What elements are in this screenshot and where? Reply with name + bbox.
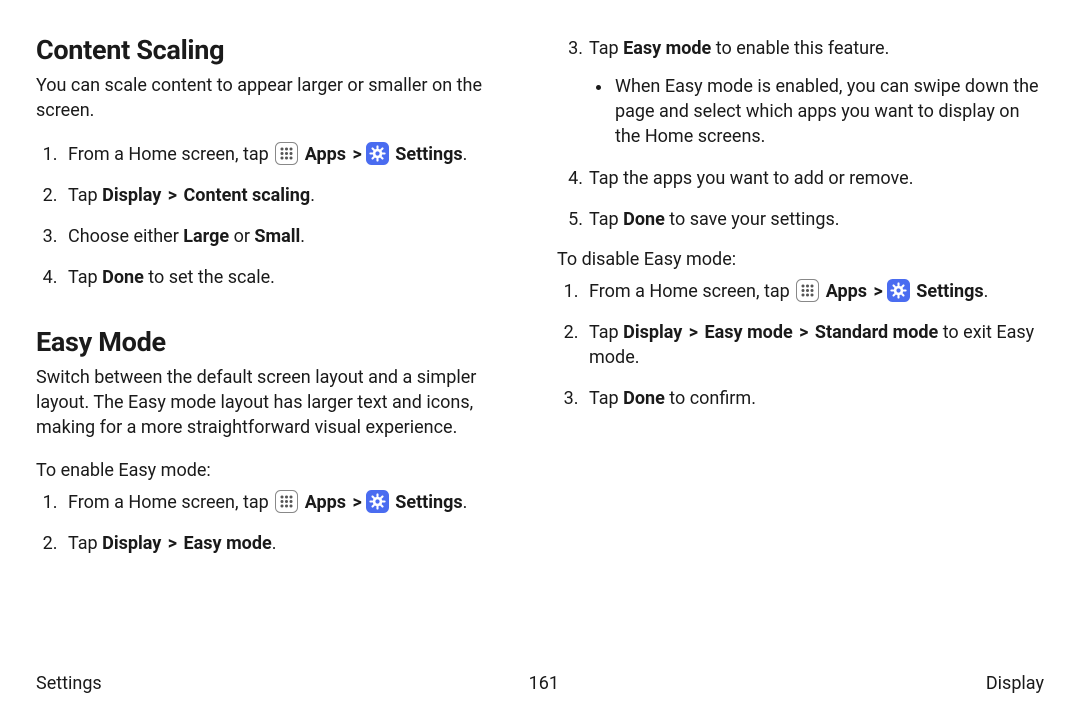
period: . bbox=[984, 281, 989, 302]
heading-content-scaling: Content Scaling bbox=[36, 34, 523, 66]
content-scaling-steps: From a Home screen, tap Apps > Settings.… bbox=[36, 142, 523, 291]
enable-easy-mode-steps: From a Home screen, tap Apps > Settings.… bbox=[36, 490, 523, 556]
step-text: Tap bbox=[68, 185, 102, 206]
step-text: to save your settings. bbox=[665, 209, 840, 230]
list-item: Tap Display > Easy mode. bbox=[62, 531, 523, 556]
step-text: to enable this feature. bbox=[711, 38, 889, 59]
large-label: Large bbox=[183, 226, 229, 247]
period: . bbox=[272, 533, 277, 554]
done-label: Done bbox=[623, 209, 665, 230]
chevron-icon: > bbox=[874, 279, 883, 304]
footer-page-number: 161 bbox=[529, 673, 559, 694]
sub-bullets: When Easy mode is enabled, you can swipe… bbox=[589, 75, 1044, 149]
right-column: Tap Easy mode to enable this feature. Wh… bbox=[557, 34, 1044, 572]
disable-easy-mode-label: To disable Easy mode: bbox=[557, 248, 1044, 273]
display-label: Display bbox=[623, 322, 682, 343]
left-column: Content Scaling You can scale content to… bbox=[36, 34, 523, 572]
page-footer: Settings 161 Display bbox=[36, 673, 1044, 694]
bullet-text: When Easy mode is enabled, you can swipe… bbox=[615, 76, 1039, 147]
disable-easy-mode-steps: From a Home screen, tap Apps > Settings.… bbox=[557, 279, 1044, 412]
list-item: Tap Done to confirm. bbox=[583, 386, 1044, 411]
or-text: or bbox=[229, 226, 254, 247]
list-item: Tap Display > Content scaling. bbox=[62, 183, 523, 208]
easy-mode-label: Easy mode bbox=[705, 322, 793, 343]
apps-icon bbox=[275, 490, 298, 513]
step-text: Tap bbox=[68, 267, 102, 288]
settings-label: Settings bbox=[395, 492, 462, 513]
standard-mode-label: Standard mode bbox=[815, 322, 938, 343]
list-item: From a Home screen, tap Apps > Settings. bbox=[583, 279, 1044, 304]
step-text: to confirm. bbox=[665, 388, 756, 409]
apps-label: Apps bbox=[305, 492, 346, 513]
chevron-icon: > bbox=[353, 142, 362, 167]
step-text: From a Home screen, tap bbox=[589, 281, 794, 302]
chevron-icon: > bbox=[799, 320, 808, 345]
step-text: Tap bbox=[68, 533, 102, 554]
small-label: Small bbox=[254, 226, 300, 247]
chevron-icon: > bbox=[168, 531, 177, 556]
step-text: Tap bbox=[589, 388, 623, 409]
period: . bbox=[463, 492, 468, 513]
step-text: From a Home screen, tap bbox=[68, 144, 273, 165]
easy-mode-label: Easy mode bbox=[184, 533, 272, 554]
enable-easy-mode-steps-continued: Tap Easy mode to enable this feature. Wh… bbox=[557, 36, 1044, 150]
easy-mode-label: Easy mode bbox=[623, 38, 711, 59]
step-text: Choose either bbox=[68, 226, 183, 247]
apps-label: Apps bbox=[305, 144, 346, 165]
enable-easy-mode-steps-continued-4: Tap the apps you want to add or remove. … bbox=[557, 166, 1044, 232]
footer-right: Display bbox=[986, 673, 1044, 694]
list-item: Tap Done to save your settings. bbox=[583, 207, 1044, 232]
footer-left: Settings bbox=[36, 673, 102, 694]
content-scaling-intro: You can scale content to appear larger o… bbox=[36, 74, 523, 124]
chevron-icon: > bbox=[168, 183, 177, 208]
chevron-icon: > bbox=[353, 490, 362, 515]
list-item: From a Home screen, tap Apps > Settings. bbox=[62, 142, 523, 167]
heading-easy-mode: Easy Mode bbox=[36, 326, 523, 358]
step-text: From a Home screen, tap bbox=[68, 492, 273, 513]
enable-easy-mode-label: To enable Easy mode: bbox=[36, 459, 523, 484]
apps-icon bbox=[275, 142, 298, 165]
apps-label: Apps bbox=[826, 281, 867, 302]
list-item: Tap the apps you want to add or remove. bbox=[583, 166, 1044, 191]
settings-label: Settings bbox=[916, 281, 983, 302]
content-scaling-label: Content scaling bbox=[184, 185, 311, 206]
list-item: Tap Easy mode to enable this feature. Wh… bbox=[583, 36, 1044, 150]
settings-icon bbox=[887, 279, 910, 302]
list-item: When Easy mode is enabled, you can swipe… bbox=[613, 75, 1044, 149]
settings-label: Settings bbox=[395, 144, 462, 165]
step-text: Tap bbox=[589, 209, 623, 230]
display-label: Display bbox=[102, 185, 161, 206]
list-item: Tap Display > Easy mode > Standard mode … bbox=[583, 320, 1044, 370]
step-text: to set the scale. bbox=[144, 267, 275, 288]
list-item: Tap Done to set the scale. bbox=[62, 265, 523, 290]
list-item: Choose either Large or Small. bbox=[62, 224, 523, 249]
period: . bbox=[463, 144, 468, 165]
display-label: Display bbox=[102, 533, 161, 554]
period: . bbox=[300, 226, 305, 247]
settings-icon bbox=[366, 142, 389, 165]
step-text: Tap bbox=[589, 38, 623, 59]
apps-icon bbox=[796, 279, 819, 302]
step-text: Tap the apps you want to add or remove. bbox=[589, 168, 913, 189]
done-label: Done bbox=[623, 388, 665, 409]
easy-mode-intro: Switch between the default screen layout… bbox=[36, 366, 523, 440]
step-text: Tap bbox=[589, 322, 623, 343]
period: . bbox=[310, 185, 315, 206]
settings-icon bbox=[366, 490, 389, 513]
chevron-icon: > bbox=[689, 320, 698, 345]
done-label: Done bbox=[102, 267, 144, 288]
list-item: From a Home screen, tap Apps > Settings. bbox=[62, 490, 523, 515]
